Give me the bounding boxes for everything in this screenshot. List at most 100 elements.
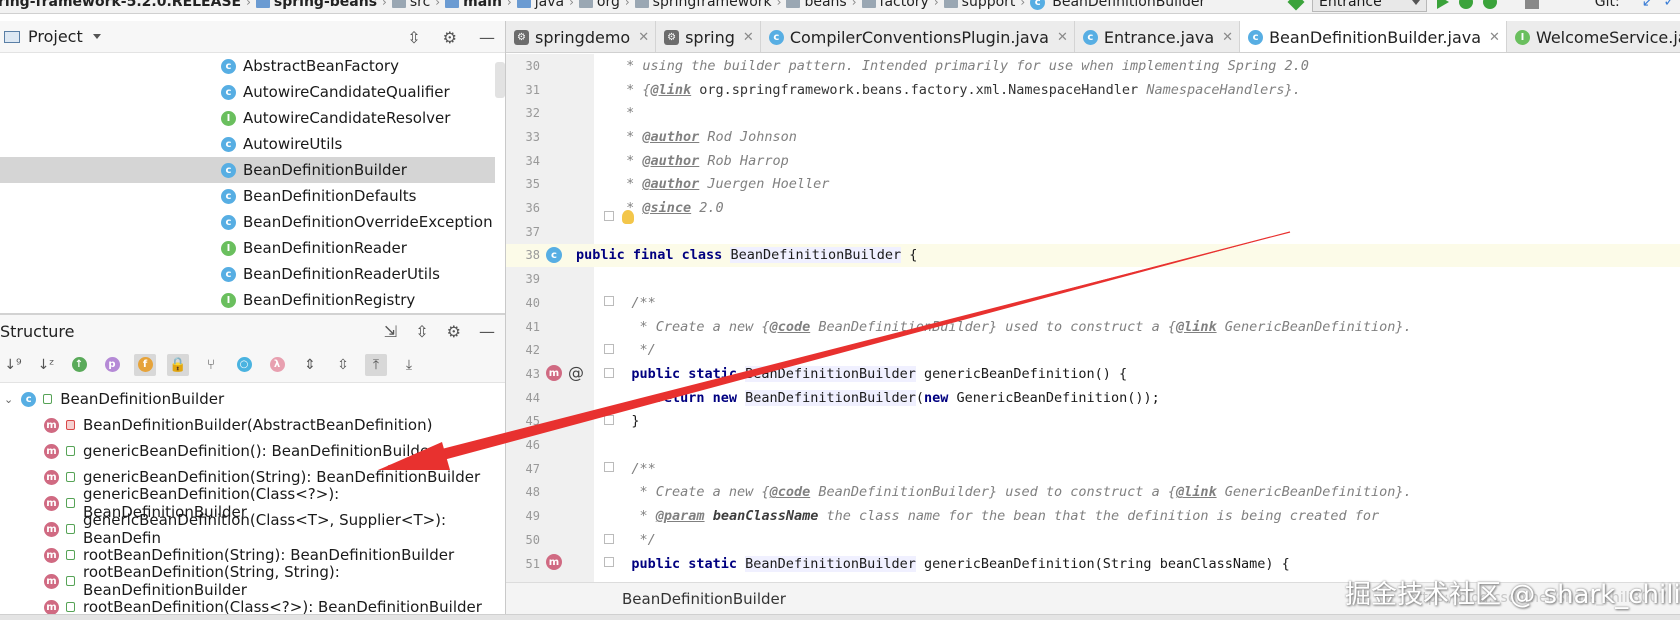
- tree-item[interactable]: c AbstractBeanFactory: [0, 53, 495, 79]
- gear-icon[interactable]: ⚙: [447, 322, 461, 341]
- breadcrumb-project[interactable]: ring-framework-5.2.0.RELEASE: [0, 0, 241, 10]
- line-number: 43: [525, 366, 540, 381]
- tab-bean-definition-builder[interactable]: c BeanDefinitionBuilder.java ✕: [1240, 21, 1507, 52]
- breadcrumb-class[interactable]: BeanDefinitionBuilder: [1052, 0, 1205, 10]
- breadcrumb-module[interactable]: spring-beans: [274, 0, 377, 10]
- tree-item-selected[interactable]: c BeanDefinitionBuilder: [0, 157, 495, 183]
- code-editor[interactable]: 30 * using the builder pattern. Intended…: [506, 54, 1680, 582]
- tree-item[interactable]: c BeanDefinitionOverrideException: [0, 209, 495, 235]
- structure-item[interactable]: m BeanDefinitionBuilder(AbstractBeanDefi…: [0, 412, 505, 438]
- structure-item-label: genericBeanDefinition(String): BeanDefin…: [83, 468, 481, 486]
- minimize-icon[interactable]: —: [479, 28, 495, 47]
- close-icon[interactable]: ✕: [743, 30, 754, 45]
- collapse-all-icon[interactable]: ⇳: [415, 322, 428, 341]
- chevron-down-icon[interactable]: ⌄: [4, 393, 13, 406]
- class-name: BeanDefinitionBuilder: [730, 247, 902, 264]
- tree-item[interactable]: c BeanDefinitionDefaults: [0, 183, 495, 209]
- breadcrumb-springframework[interactable]: springframework: [653, 0, 772, 10]
- breadcrumb-org[interactable]: org: [597, 0, 620, 10]
- show-properties-icon[interactable]: p: [101, 354, 123, 376]
- stop-icon[interactable]: [1524, 0, 1539, 9]
- structure-item[interactable]: m rootBeanDefinition(String, String): Be…: [0, 563, 505, 599]
- debug-bug-icon[interactable]: [1458, 0, 1473, 9]
- tab-compiler-conventions-plugin[interactable]: c CompilerConventionsPlugin.java ✕: [761, 21, 1075, 52]
- structure-panel-title: Structure: [0, 321, 75, 341]
- annotation-gutter-icon[interactable]: @: [568, 363, 584, 382]
- collapse-all-icon[interactable]: ⇳: [332, 354, 354, 376]
- autoscroll-to-source-icon[interactable]: ⤒: [365, 353, 387, 376]
- code-line: 36 * @since 2.0: [506, 196, 1680, 220]
- expand-all-icon[interactable]: ⇲: [384, 322, 397, 341]
- tree-item-label: AbstractBeanFactory: [243, 57, 399, 75]
- git-commit-icon[interactable]: ✓: [1663, 0, 1675, 10]
- lightbulb-icon[interactable]: [622, 210, 634, 224]
- show-fields-icon[interactable]: f: [134, 353, 156, 376]
- private-lock-icon: [66, 420, 75, 430]
- tab-welcome-service[interactable]: I WelcomeService.java ✕: [1507, 21, 1680, 52]
- show-non-public-icon[interactable]: 🔒: [167, 353, 189, 376]
- fold-marker[interactable]: [604, 211, 614, 221]
- git-label: Git:: [1594, 0, 1620, 10]
- tree-item[interactable]: c AutowireUtils: [0, 131, 495, 157]
- breadcrumb-src[interactable]: src: [410, 0, 430, 10]
- tree-item[interactable]: I AutowireCandidateResolver: [0, 105, 495, 131]
- structure-item[interactable]: m genericBeanDefinition(Class<T>, Suppli…: [0, 511, 505, 547]
- fold-marker[interactable]: [604, 296, 614, 306]
- tab-springdemo[interactable]: ⚙ springdemo ✕: [506, 21, 657, 52]
- line-number: 35: [525, 177, 540, 192]
- show-anonymous-icon[interactable]: ⑂: [200, 354, 222, 376]
- javadoc-tag: @author: [642, 128, 700, 145]
- class-gutter-icon[interactable]: c: [546, 247, 562, 263]
- line-number: 42: [525, 343, 540, 358]
- tab-entrance[interactable]: c Entrance.java ✕: [1075, 21, 1241, 52]
- fold-marker[interactable]: [604, 368, 614, 378]
- show-lambdas-icon[interactable]: ○: [233, 354, 255, 376]
- breadcrumb-beans[interactable]: beans: [804, 0, 846, 10]
- show-inherited-icon[interactable]: ↑: [68, 354, 90, 376]
- run-play-icon[interactable]: [1436, 0, 1449, 9]
- breadcrumb-support[interactable]: support: [962, 0, 1016, 10]
- show-lambda-icon[interactable]: λ: [266, 354, 288, 376]
- method-icon: m: [44, 547, 59, 563]
- fold-marker[interactable]: [604, 344, 614, 354]
- close-icon[interactable]: ✕: [638, 30, 649, 45]
- chevron-down-icon[interactable]: [92, 34, 101, 39]
- code-text: *: [618, 105, 635, 122]
- build-hammer-icon[interactable]: [1287, 0, 1305, 11]
- breadcrumb-main[interactable]: main: [463, 0, 502, 10]
- collapse-all-icon[interactable]: ⇳: [407, 28, 420, 47]
- interface-icon: I: [1514, 29, 1530, 45]
- structure-panel-header: Structure ⇲ ⇳ ⚙ —: [0, 315, 505, 347]
- code-text: GenericBeanDefinition}.: [1216, 484, 1412, 501]
- project-tree-scrollbar[interactable]: [495, 62, 505, 98]
- sort-by-visibility-icon[interactable]: ↓⁹: [2, 354, 24, 376]
- breadcrumb-factory[interactable]: factory: [880, 0, 929, 10]
- autoscroll-from-source-icon[interactable]: ⤓: [398, 354, 420, 376]
- tree-item[interactable]: I BeanDefinitionRegistry: [0, 287, 495, 313]
- fold-marker[interactable]: [604, 534, 614, 544]
- minimize-icon[interactable]: —: [479, 322, 495, 341]
- method-gutter-icon[interactable]: m: [546, 554, 562, 570]
- tree-item[interactable]: c AutowireCandidateQualifier: [0, 79, 495, 105]
- sort-alphabetically-icon[interactable]: ↓ᶻ: [35, 354, 57, 376]
- fold-marker[interactable]: [604, 557, 614, 567]
- close-icon[interactable]: ✕: [1489, 30, 1500, 45]
- project-panel-title[interactable]: Project: [28, 27, 83, 46]
- coverage-icon[interactable]: [1482, 0, 1497, 9]
- expand-all-icon[interactable]: ⇕: [299, 354, 321, 376]
- gear-icon[interactable]: ⚙: [443, 28, 457, 47]
- run-configuration-select[interactable]: Entrance: [1312, 0, 1427, 12]
- breadcrumb-java[interactable]: java: [535, 0, 564, 10]
- method-gutter-icon[interactable]: m: [546, 365, 562, 381]
- fold-marker[interactable]: [604, 462, 614, 472]
- close-icon[interactable]: ✕: [1222, 30, 1233, 45]
- tree-item[interactable]: c BeanDefinitionReaderUtils: [0, 261, 495, 287]
- tab-spring[interactable]: ⚙ spring ✕: [656, 21, 761, 52]
- tree-item[interactable]: I BeanDefinitionReader: [0, 235, 495, 261]
- close-icon[interactable]: ✕: [1057, 30, 1068, 45]
- tree-item-label: BeanDefinitionDefaults: [243, 187, 417, 205]
- structure-item[interactable]: m genericBeanDefinition(): BeanDefinitio…: [0, 438, 505, 464]
- git-update-icon[interactable]: ↙: [1642, 0, 1654, 10]
- fold-marker[interactable]: [604, 415, 614, 425]
- structure-root[interactable]: ⌄ c BeanDefinitionBuilder: [0, 386, 505, 412]
